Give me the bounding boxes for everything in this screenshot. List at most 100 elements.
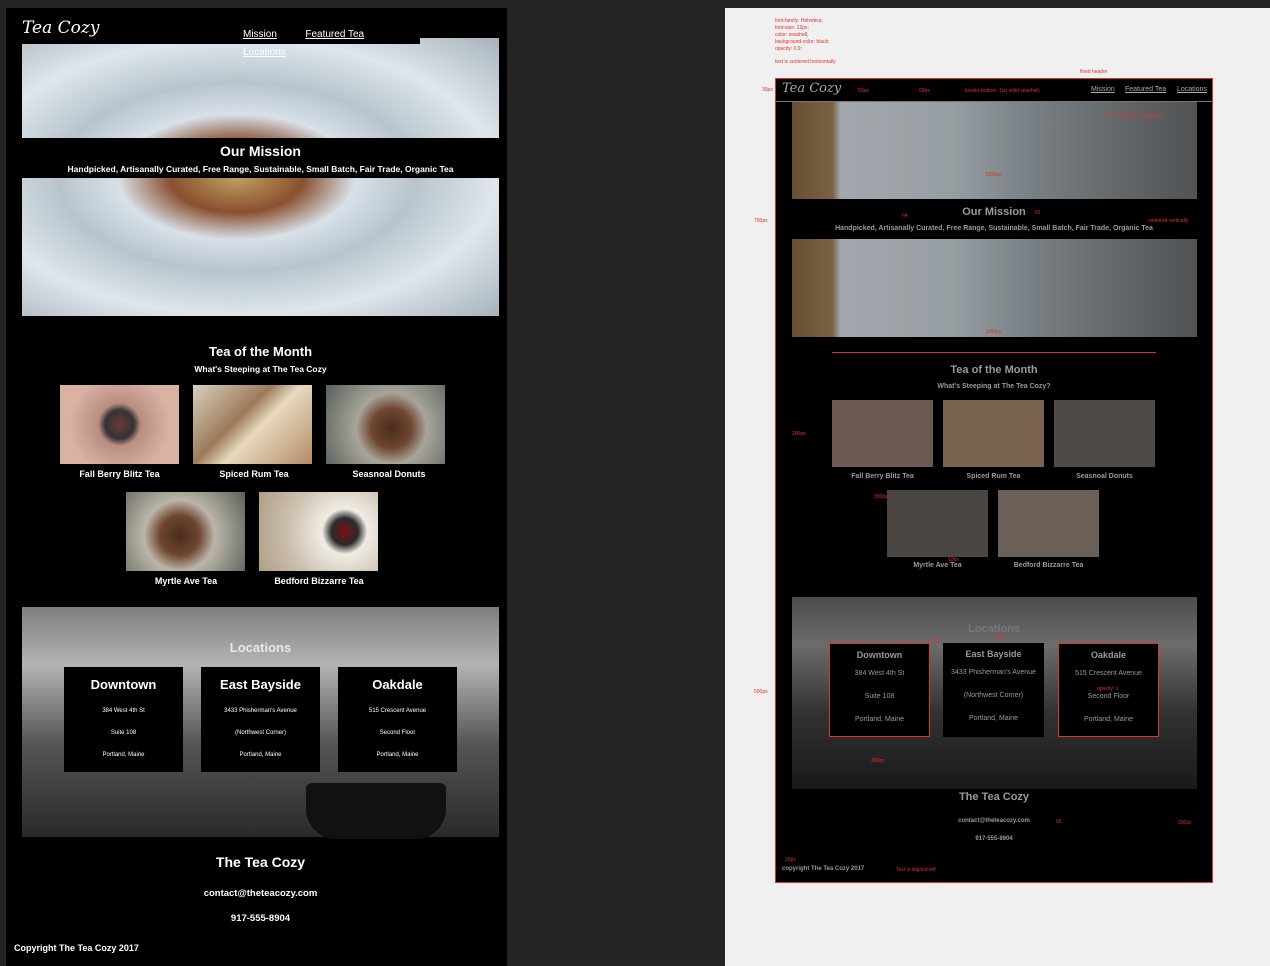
location-line: 515 Crescent Avenue	[368, 708, 427, 714]
location-line: 384 West 4th St	[102, 708, 145, 714]
border-note: border-bottom: 1px solid seashell;	[965, 88, 1041, 94]
mockup-tea-thumb	[943, 400, 1044, 467]
spec-line: opacity: 0.9;	[775, 46, 802, 52]
mockup-loc-name: East Bayside	[965, 649, 1022, 659]
location-east-bayside: East Bayside 3433 Phisherman's Avenue (N…	[201, 667, 320, 772]
location-line: Portland, Maine	[102, 752, 145, 758]
mockup-mission-heading: Our Mission	[962, 206, 1026, 218]
text-left-note: Text is aligned left	[896, 867, 936, 873]
mockup-tea-label: Spiced Rum Tea	[966, 473, 1021, 480]
dim-label: 20px	[785, 857, 796, 863]
tea-label: Seasnoal Donuts	[352, 469, 426, 479]
mockup-tea-label: Fall Berry Blitz Tea	[851, 473, 914, 480]
location-oakdale: Oakdale 515 Crescent Avenue Second Floor…	[338, 667, 457, 772]
mockup-loc-line: Second Floor	[1087, 693, 1130, 700]
tea-label: Spiced Rum Tea	[219, 469, 289, 479]
cup-shape	[306, 783, 446, 839]
mockup-locations-heading: Locations	[968, 623, 1020, 635]
location-name: Downtown	[90, 677, 157, 692]
tea-image-donuts	[326, 385, 445, 464]
dim-label: 300px	[871, 758, 885, 764]
mockup-logo: Tea Cozy	[782, 81, 842, 96]
mockup-tea-subheading: What's Steeping at The Tea Cozy?	[937, 383, 1051, 390]
website-render: Tea Cozy Mission Featured Tea Locations …	[6, 8, 507, 966]
dim-label: 50px	[858, 88, 869, 94]
location-line: 3433 Phisherman's Avenue	[224, 708, 297, 714]
tea-image-myrtle	[126, 492, 245, 571]
dim-label: 300px	[874, 494, 888, 500]
spec-line: font-size: 22px;	[775, 25, 809, 31]
spec-line: background-color: black;	[775, 39, 830, 45]
location-name: East Bayside	[220, 677, 301, 692]
mockup-loc-line: Portland, Maine	[854, 716, 905, 723]
tea-label: Fall Berry Blitz Tea	[79, 469, 160, 479]
mockup-loc-name: Oakdale	[1090, 650, 1127, 660]
mockup-loc-line: Portland, Maine	[1083, 716, 1134, 723]
mockup-footer-title: The Tea Cozy	[958, 791, 1030, 803]
dim-label: 500px	[754, 689, 768, 695]
mockup-copyright: copyright The Tea Cozy 2017	[782, 866, 865, 872]
centered-note: centered vertically	[1148, 218, 1189, 224]
mockup-tea-thumb	[998, 490, 1099, 557]
mockup-loc-line: 515 Crescent Avenue	[1075, 670, 1142, 677]
dim-label: 30px	[762, 87, 773, 93]
location-line: (Northwest Corner)	[234, 730, 286, 736]
mockup-loc-box: Oakdale 515 Crescent Avenue opacity: 1 S…	[1058, 643, 1159, 737]
mockup-nav-mission: Mission	[1091, 86, 1115, 93]
tea-image-fall-berry	[60, 385, 179, 464]
tea-image-spiced-rum	[193, 385, 312, 464]
site-logo[interactable]: Tea Cozy	[22, 18, 99, 38]
mockup-tea-thumb	[1054, 400, 1155, 467]
mockup-loc-line: 384 West 4th St	[854, 670, 905, 677]
footer-phone: 917-555-8904	[230, 913, 291, 924]
mockup-tea-thumb	[887, 490, 988, 557]
nav-mission[interactable]: Mission	[243, 29, 277, 40]
footer-title: The Tea Cozy	[215, 854, 306, 870]
spec-line: color: seashell;	[775, 32, 809, 38]
location-line: Second Floor	[379, 730, 416, 736]
mockup-loc-line: Suite 108	[864, 693, 895, 700]
fixed-header-note: fixed header	[1080, 69, 1108, 75]
site-header: Tea Cozy Mission Featured Tea Locations	[14, 14, 420, 58]
underline-note: text-decoration: underline;	[1106, 113, 1164, 119]
mockup-mission-band	[792, 199, 1197, 239]
mockup-loc-box: Downtown 384 West 4th St Suite 108 Portl…	[829, 643, 930, 737]
footer-email[interactable]: contact@theteacozy.com	[6, 888, 507, 899]
mockup-loc-box: East Bayside 3433 Phisherman's Avenue (N…	[943, 643, 1044, 737]
opacity-note: opacity: 1	[1097, 686, 1119, 692]
mockup-footer-email: contact@theteacozy.com	[958, 818, 1030, 824]
dim-label: 15px	[995, 634, 1006, 640]
dim-label: 69px	[919, 88, 930, 94]
mockup-mission-tagline: Handpicked, Artisanally Curated, Free Ra…	[835, 225, 1153, 232]
location-line: Portland, Maine	[376, 752, 419, 758]
nav-locations[interactable]: Locations	[243, 47, 286, 58]
mission-tagline: Handpicked, Artisanally Curated, Free Ra…	[67, 164, 454, 174]
dim-label: 1000px	[985, 329, 1002, 335]
nav-featured-tea[interactable]: Featured Tea	[305, 29, 364, 40]
mockup-loc-name: Downtown	[856, 650, 903, 660]
mockup-loc-line: Portland, Maine	[968, 715, 1019, 722]
mockup-tea-thumb	[832, 400, 933, 467]
tea-image-bedford	[259, 492, 378, 571]
mockup-tea-label: Seasnoal Donuts	[1076, 473, 1133, 480]
bracket-line	[832, 352, 1156, 353]
h5-label: h5	[1056, 819, 1062, 825]
mockup-tea-heading: Tea of the Month	[950, 364, 1038, 376]
dim-label: 700px	[754, 218, 768, 224]
spec-note: text is centered horizontally	[775, 59, 836, 65]
mockup-loc-line: 3433 Phisherman's Avenue	[951, 669, 1036, 676]
mockup-nav-featured: Featured Tea	[1125, 86, 1167, 93]
location-name: Oakdale	[372, 677, 423, 692]
mission-band: Our Mission Handpicked, Artisanally Cura…	[22, 138, 499, 178]
location-downtown: Downtown 384 West 4th St Suite 108 Portl…	[64, 667, 183, 772]
tea-label: Myrtle Ave Tea	[154, 576, 218, 586]
mockup-tea-label: Myrtle Ave Tea	[913, 562, 962, 569]
mockup-tea-label: Bedford Bizzarre Tea	[1013, 562, 1084, 569]
tea-subheading: What's Steeping at The Tea Cozy	[194, 364, 327, 374]
dim-label: 30px	[931, 638, 942, 644]
mockup-footer-phone: 917-555-8904	[975, 836, 1013, 842]
mission-heading: Our Mission	[220, 143, 301, 159]
dim-label: 200px	[1178, 820, 1192, 826]
mockup-nav-locations: Locations	[1177, 86, 1207, 93]
location-line: Portland, Maine	[239, 752, 282, 758]
